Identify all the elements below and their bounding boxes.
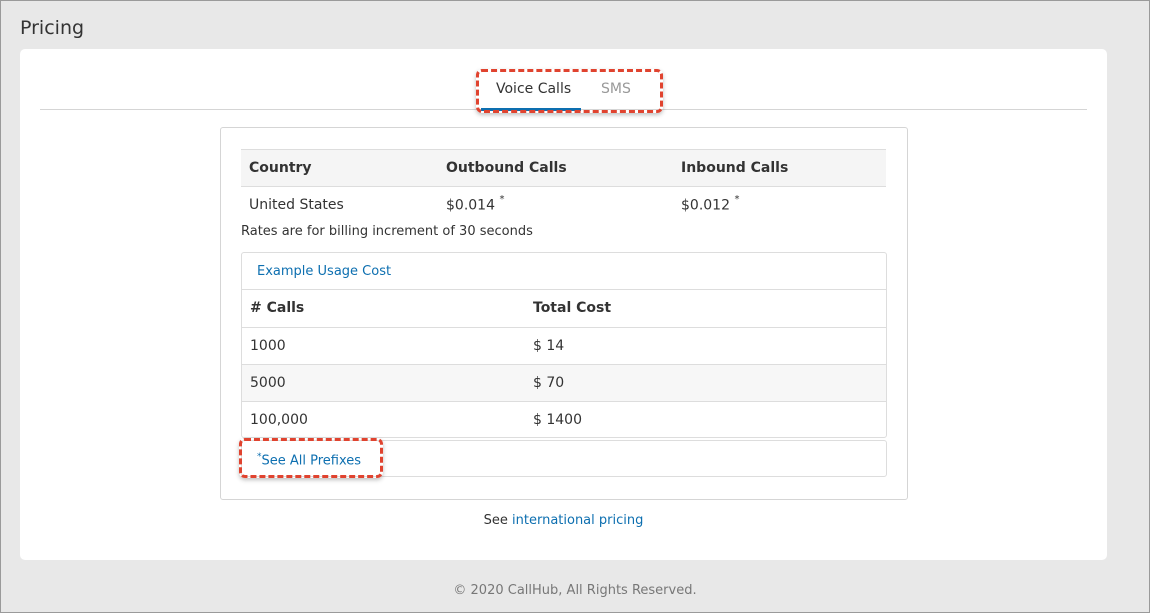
tab-bar: Voice Calls SMS: [40, 49, 1087, 111]
country-header: Country: [241, 149, 438, 187]
table-row: 5000 $ 70: [242, 364, 886, 402]
see-all-prefixes-link[interactable]: *See All Prefixes: [257, 452, 361, 468]
calls-cell: 1000: [242, 327, 525, 365]
billing-note: Rates are for billing increment of 30 se…: [241, 224, 533, 239]
total-cost-header: Total Cost: [525, 290, 886, 328]
inbound-cell: $0.012 *: [681, 193, 740, 214]
cost-cell: $ 14: [525, 327, 886, 365]
usage-table: # Calls Total Cost 1000 $ 14 5000 $ 70 1…: [242, 290, 886, 438]
table-row: 100,000 $ 1400: [242, 401, 886, 438]
calls-cell: 5000: [242, 364, 525, 402]
tab-sms[interactable]: SMS: [601, 80, 631, 98]
pricing-card: Voice Calls SMS Country Outbound Calls I…: [20, 49, 1107, 560]
rates-table: Country Outbound Calls Inbound Calls Uni…: [241, 149, 886, 223]
international-pricing-link[interactable]: international pricing: [512, 513, 643, 528]
cost-cell: $ 1400: [533, 411, 582, 428]
usage-title: Example Usage Cost: [242, 253, 886, 290]
rates-panel: Country Outbound Calls Inbound Calls Uni…: [220, 127, 908, 500]
cost-cell: $ 70: [525, 364, 886, 402]
international-pricing-line: See international pricing: [483, 513, 644, 528]
active-tab-indicator: [481, 108, 581, 111]
table-row: United States $0.014 * $0.012 *: [241, 187, 886, 223]
country-cell: United States: [249, 196, 344, 213]
calls-cell: 100,000: [250, 411, 308, 428]
table-row: 1000 $ 14: [242, 327, 886, 365]
outbound-header: Outbound Calls: [438, 149, 673, 187]
tab-voice-calls[interactable]: Voice Calls: [496, 80, 571, 98]
usage-cost-panel: Example Usage Cost # Calls Total Cost 10…: [241, 252, 887, 438]
inbound-header: Inbound Calls: [673, 149, 886, 187]
calls-header: # Calls: [242, 290, 525, 328]
outbound-cell: $0.014 *: [446, 193, 505, 214]
page-title: Pricing: [20, 17, 85, 39]
footer-copyright: © 2020 CallHub, All Rights Reserved.: [453, 583, 697, 598]
prefixes-row: *See All Prefixes: [241, 440, 887, 477]
